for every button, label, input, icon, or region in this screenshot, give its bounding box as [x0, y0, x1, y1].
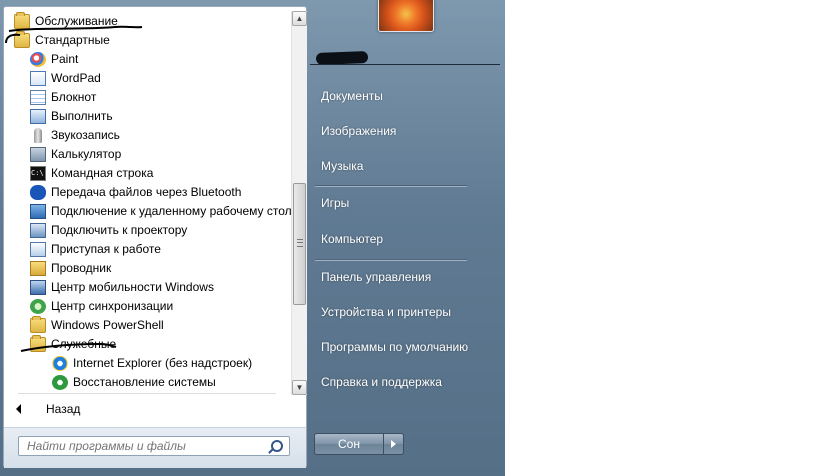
program-item[interactable]: Подключить к проектору	[30, 221, 274, 240]
right-link[interactable]: Программы по умолчанию	[313, 336, 498, 358]
scroll-thumb[interactable]	[293, 183, 306, 305]
explorer-folder-icon	[30, 261, 46, 276]
program-item[interactable]: Центр мобильности Windows	[30, 278, 274, 297]
scroll-down-button[interactable]: ▼	[292, 380, 307, 395]
right-link[interactable]: Справка и поддержка	[313, 371, 498, 393]
program-label: Windows PowerShell	[51, 318, 164, 332]
back-separator	[18, 393, 276, 394]
program-label: WordPad	[51, 71, 101, 85]
program-item[interactable]: Internet Explorer (без надстроек)	[52, 354, 274, 373]
scroll-up-button[interactable]: ▲	[292, 11, 307, 26]
redacted-username	[315, 51, 369, 65]
program-item[interactable]: Звукозапись	[30, 126, 274, 145]
user-picture[interactable]	[378, 0, 434, 32]
program-label: Калькулятор	[51, 147, 122, 161]
program-label: Подключение к удаленному рабочему стол	[51, 204, 291, 218]
program-item[interactable]: Блокнот	[30, 88, 274, 107]
program-label: Проводник	[51, 261, 112, 275]
program-item[interactable]: Калькулятор	[30, 145, 274, 164]
program-label: Выполнить	[51, 109, 113, 123]
sync-center-icon	[30, 299, 46, 314]
power-options-button[interactable]	[383, 433, 404, 455]
getting-started-icon	[30, 242, 46, 257]
command-prompt-icon: C:\	[30, 166, 46, 181]
program-label: Звукозапись	[51, 128, 120, 142]
grip-icon	[297, 239, 303, 247]
wordpad-icon	[30, 71, 46, 86]
folder-icon	[14, 31, 30, 48]
search-box[interactable]	[18, 436, 290, 456]
program-item[interactable]: Приступая к работе	[30, 240, 274, 259]
back-label: Назад	[46, 402, 81, 416]
right-separator	[315, 259, 467, 261]
program-item[interactable]: Обслуживание	[14, 12, 274, 31]
remote-desktop-icon	[30, 204, 46, 219]
user-separator	[310, 64, 500, 65]
mobility-center-icon	[30, 280, 46, 295]
paint-icon	[30, 52, 46, 67]
program-item[interactable]: C:\ Командная строка	[30, 164, 274, 183]
program-label: Приступая к работе	[51, 242, 161, 256]
search-icon[interactable]	[271, 440, 283, 452]
program-label: Центр мобильности Windows	[51, 280, 214, 294]
program-item[interactable]: Стандартные	[14, 31, 274, 50]
program-item[interactable]: Восстановление системы	[52, 373, 274, 392]
program-label: Подключить к проектору	[51, 223, 188, 237]
program-item[interactable]: Передача файлов через Bluetooth	[30, 183, 274, 202]
folder-icon	[30, 335, 46, 352]
program-item[interactable]: Центр синхронизации	[30, 297, 274, 316]
program-label: Передача файлов через Bluetooth	[51, 185, 242, 199]
right-link[interactable]: Музыка	[313, 155, 498, 177]
program-label: Командная строка	[51, 166, 154, 180]
search-input[interactable]	[19, 437, 267, 455]
calculator-icon	[30, 147, 46, 162]
all-programs-list: Обслуживание Стандартные Paint WordPad Блокн…	[4, 7, 291, 401]
notepad-icon	[30, 90, 46, 105]
program-label: Стандартные	[35, 33, 110, 47]
program-item[interactable]: Проводник	[30, 259, 274, 278]
program-label: Восстановление системы	[73, 375, 216, 389]
microphone-icon	[34, 128, 42, 143]
program-item[interactable]: Windows PowerShell	[30, 316, 274, 335]
bluetooth-icon	[30, 185, 46, 200]
program-item[interactable]: Служебные	[30, 335, 274, 354]
program-item[interactable]: Paint	[30, 50, 274, 69]
run-icon	[30, 109, 46, 124]
folder-icon	[14, 12, 30, 29]
program-label: Блокнот	[51, 90, 97, 104]
program-item[interactable]: WordPad	[30, 69, 274, 88]
program-label: Обслуживание	[35, 14, 118, 28]
program-label: Центр синхронизации	[51, 299, 174, 313]
search-area	[4, 427, 306, 468]
program-label: Internet Explorer (без надстроек)	[73, 356, 253, 370]
chevron-right-icon	[391, 440, 396, 448]
program-item[interactable]: Подключение к удаленному рабочему стол	[30, 202, 291, 221]
right-link[interactable]: Устройства и принтеры	[313, 301, 498, 323]
program-item[interactable]: Выполнить	[30, 107, 274, 126]
right-link[interactable]: Изображения	[313, 120, 498, 142]
right-link[interactable]: Документы	[313, 85, 498, 107]
programs-panel: Обслуживание Стандартные Paint WordPad Блокн…	[3, 6, 307, 468]
internet-explorer-icon	[52, 356, 68, 371]
program-label: Служебные	[51, 337, 117, 351]
right-link[interactable]: Компьютер	[313, 228, 498, 250]
system-restore-icon	[52, 375, 68, 390]
projector-icon	[30, 223, 46, 238]
right-separator	[315, 185, 467, 187]
start-menu: Обслуживание Стандартные Paint WordPad Блокн…	[0, 0, 505, 476]
sleep-button[interactable]: Сон	[314, 433, 384, 455]
back-arrow-icon	[16, 404, 21, 414]
program-label: Paint	[51, 52, 79, 66]
folder-icon	[30, 316, 46, 333]
right-link[interactable]: Игры	[313, 192, 498, 214]
programs-scrollbar[interactable]: ▲ ▼	[291, 11, 307, 395]
right-link[interactable]: Панель управления	[313, 266, 498, 288]
